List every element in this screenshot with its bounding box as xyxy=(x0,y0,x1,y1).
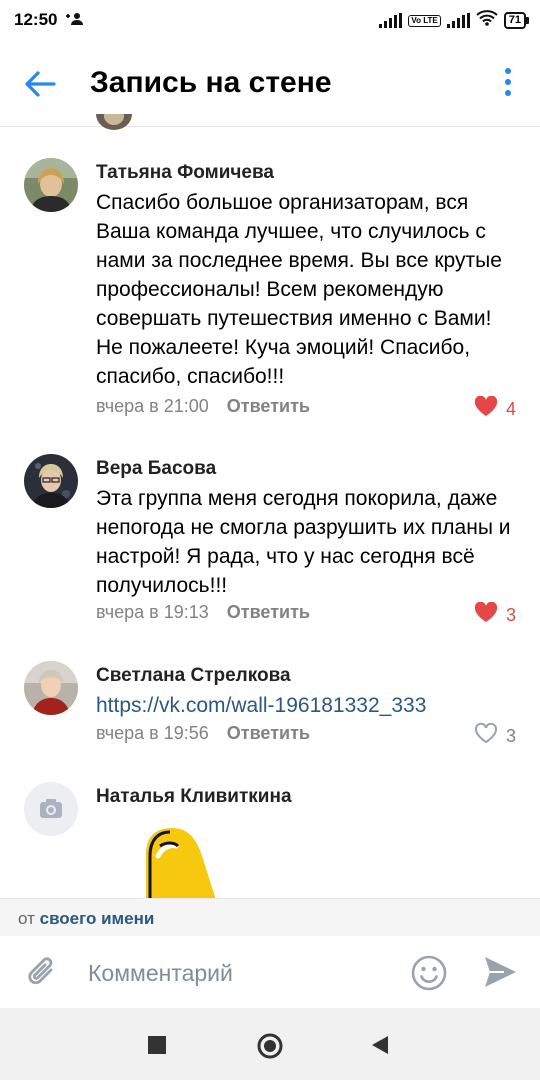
status-time: 12:50 xyxy=(14,10,58,29)
status-icons: Vo LTE 71 xyxy=(379,10,530,31)
volte-icon: Vo LTE xyxy=(408,14,441,27)
send-icon[interactable] xyxy=(482,954,518,995)
comment-author[interactable]: Вера Басова xyxy=(96,458,216,480)
like-button[interactable]: 4 xyxy=(474,395,516,422)
recent-apps-icon[interactable] xyxy=(148,1036,166,1059)
system-nav-bar xyxy=(0,1008,540,1080)
comment-time: вчера в 19:56 xyxy=(96,723,209,743)
author-select-link[interactable]: своего имени xyxy=(40,909,155,928)
comment-meta: вчера в 21:00 Ответить xyxy=(96,396,310,417)
sticker-image xyxy=(138,826,218,900)
avatar[interactable] xyxy=(24,454,78,508)
like-count: 3 xyxy=(505,604,516,625)
attach-icon[interactable] xyxy=(24,954,60,995)
comment-meta: вчера в 19:56 Ответить xyxy=(96,723,310,744)
app-header: Запись на стене xyxy=(0,40,540,127)
like-count: 3 xyxy=(505,725,516,746)
comment-text: Спасибо большое организаторам, вся Ваша … xyxy=(96,191,502,388)
status-bar: 12:50 Vo LTE 71 xyxy=(0,0,540,40)
reply-button[interactable]: Ответить xyxy=(227,602,310,623)
comment-author-selector: от своего имени xyxy=(0,898,540,937)
back-nav-icon[interactable] xyxy=(370,1034,390,1061)
signal-icon xyxy=(379,13,403,28)
comment-input[interactable] xyxy=(86,950,390,996)
back-arrow-icon[interactable] xyxy=(22,66,58,102)
heart-filled-icon xyxy=(474,601,498,628)
battery-icon: 71 xyxy=(503,12,530,29)
add-user-icon xyxy=(64,11,84,31)
comment-author[interactable]: Татьяна Фомичева xyxy=(96,162,274,184)
emoji-icon[interactable] xyxy=(410,954,448,997)
comment-author[interactable]: Наталья Кливиткина xyxy=(96,786,292,808)
comment-time: вчера в 21:00 xyxy=(96,396,209,416)
comment-meta: вчера в 19:13 Ответить xyxy=(96,602,310,623)
page-title: Запись на стене xyxy=(90,66,332,99)
comment-text: Эта группа меня сегодня покорила, даже н… xyxy=(96,487,511,597)
avatar[interactable] xyxy=(24,158,78,212)
avatar[interactable] xyxy=(24,661,78,715)
wifi-icon xyxy=(476,10,498,31)
avatar-placeholder[interactable] xyxy=(24,782,78,836)
comment-author[interactable]: Светлана Стрелкова xyxy=(96,665,291,687)
comment-time: вчера в 19:13 xyxy=(96,602,209,622)
like-count: 4 xyxy=(505,398,516,419)
heart-filled-icon xyxy=(474,395,498,422)
like-button[interactable]: 3 xyxy=(474,601,516,628)
reply-button[interactable]: Ответить xyxy=(227,396,310,417)
from-label: от xyxy=(18,909,35,928)
like-button[interactable]: 3 xyxy=(474,722,516,749)
signal-icon-2 xyxy=(446,13,470,28)
more-options-icon[interactable] xyxy=(498,68,518,102)
previous-comment-avatar[interactable] xyxy=(94,114,134,132)
comment-composer xyxy=(0,936,540,1008)
home-icon[interactable] xyxy=(256,1032,284,1065)
reply-button[interactable]: Ответить xyxy=(227,723,310,744)
heart-outline-icon xyxy=(474,722,498,749)
comment-link[interactable]: https://vk.com/wall-196181332_333 xyxy=(96,691,516,720)
